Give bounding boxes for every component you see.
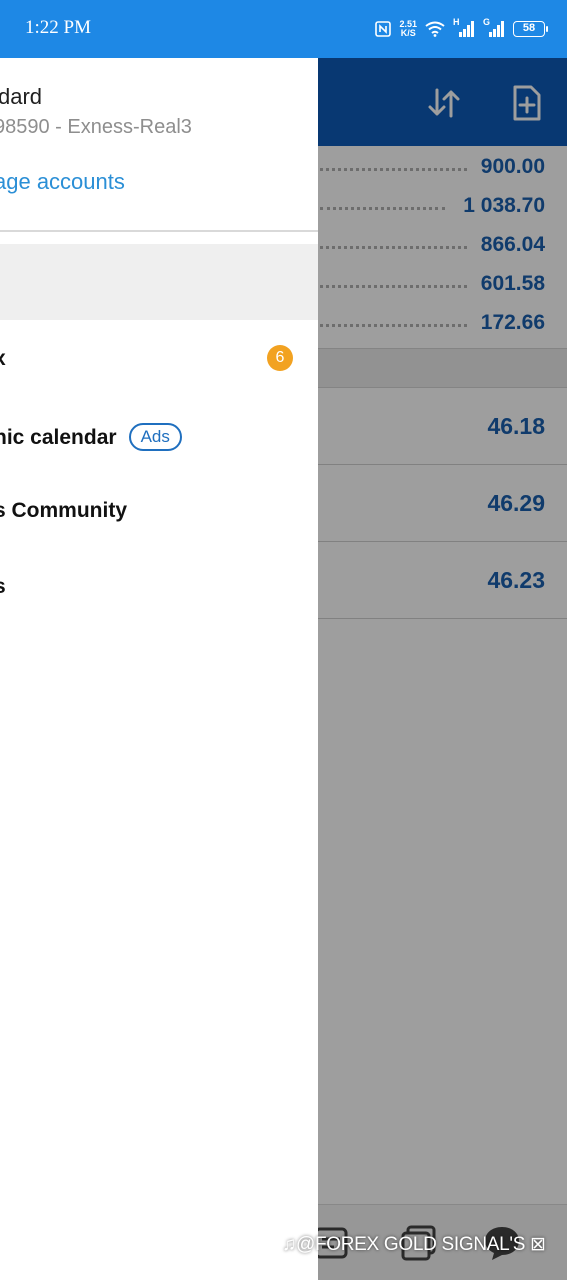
wifi-icon xyxy=(425,21,445,37)
status-icons: 2.51 K/S H G 58 xyxy=(375,16,548,42)
menu-item-label: s xyxy=(0,575,6,599)
battery-indicator: 58 xyxy=(513,21,548,37)
watermark-text: ♫@FOREX GOLD SIGNAL'S ⊠ xyxy=(282,1234,546,1255)
menu-item-settings[interactable]: s xyxy=(0,563,318,613)
menu-item-economic-calendar[interactable]: nic calendar Ads xyxy=(0,411,318,461)
drawer-divider xyxy=(0,230,318,232)
nfc-icon xyxy=(375,21,392,37)
network-speed: 2.51 K/S xyxy=(399,20,417,38)
network-speed-unit: K/S xyxy=(400,28,416,38)
signal-2: G xyxy=(483,17,505,39)
account-name: dard xyxy=(0,84,43,109)
account-number: 98590 - Exness-Real3 xyxy=(0,116,192,138)
menu-item-label: nic calendar Ads xyxy=(0,423,182,451)
menu-item-mailbox[interactable]: x 6 xyxy=(0,335,318,385)
unread-count-badge: 6 xyxy=(267,345,293,371)
cell-signal-icon xyxy=(489,21,504,37)
menu-item-label: x xyxy=(0,347,6,371)
status-time: 1:22 PM xyxy=(25,17,91,38)
manage-accounts-link[interactable]: age accounts xyxy=(0,169,125,195)
navigation-drawer: dard 98590 - Exness-Real3 age accounts x… xyxy=(0,58,318,1280)
menu-item-text: nic calendar xyxy=(0,426,117,449)
status-bar: 1:22 PM 2.51 K/S H G 58 xyxy=(0,0,567,58)
cell-signal-icon xyxy=(459,21,474,37)
menu-item-journal[interactable]: l xyxy=(0,637,318,687)
signal-1: H xyxy=(453,17,475,39)
menu-item-community[interactable]: s Community xyxy=(0,487,318,537)
selected-menu-item[interactable] xyxy=(0,244,318,320)
menu-item-label: s Community xyxy=(0,499,128,522)
ads-badge: Ads xyxy=(128,423,182,451)
